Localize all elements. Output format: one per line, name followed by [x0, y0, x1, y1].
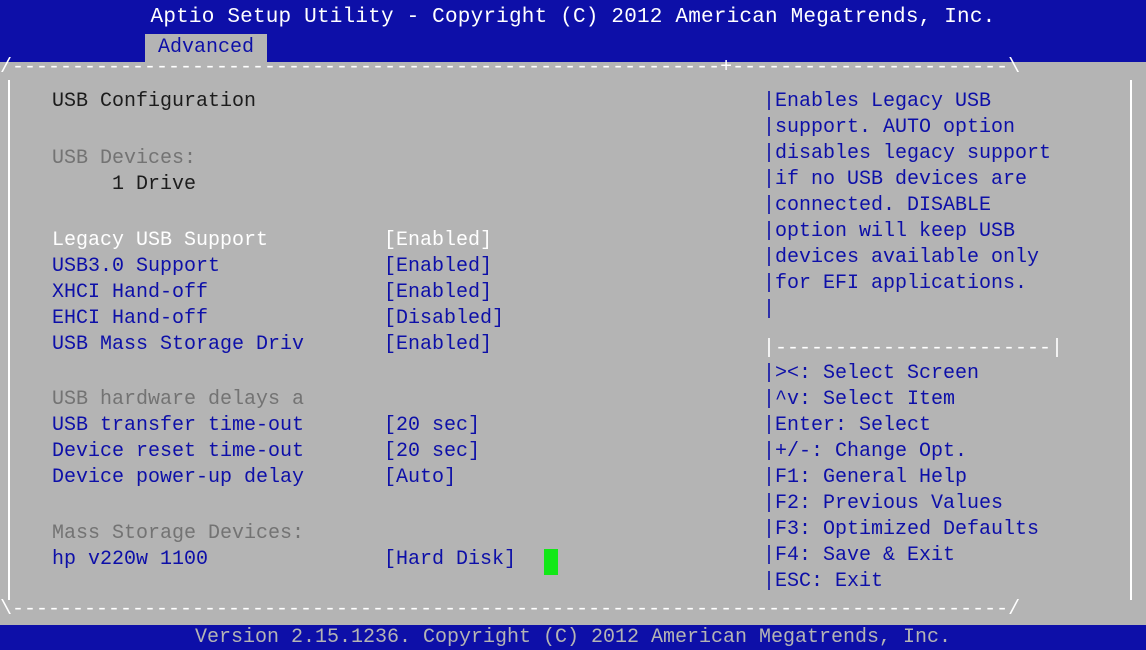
help-line: |option will keep USB — [763, 220, 1016, 243]
setting-xhci-hand-off[interactable]: XHCI Hand-off — [52, 280, 208, 306]
page-heading: USB Configuration — [52, 90, 257, 113]
help-line: |devices available only — [763, 246, 1040, 269]
value-device-reset-timeout[interactable]: [20 sec] — [384, 439, 480, 465]
setting-usb-mass-storage-driver[interactable]: USB Mass Storage Driv — [52, 332, 304, 358]
value-usb-transfer-timeout[interactable]: [20 sec] — [384, 413, 480, 439]
footer-bar: Version 2.15.1236. Copyright (C) 2012 Am… — [0, 625, 1146, 650]
text-cursor — [544, 549, 558, 575]
help-line: | — [763, 298, 776, 321]
mass-storage-device-name[interactable]: hp v220w 1100 — [52, 547, 208, 573]
value-ehci-hand-off[interactable]: [Disabled] — [384, 306, 504, 332]
setting-legacy-usb-support[interactable]: Legacy USB Support — [52, 228, 268, 254]
key-hint-previous-values: |F2: Previous Values — [763, 492, 1004, 515]
frame-right-border — [1130, 80, 1132, 600]
usb-devices-value: 1 Drive — [112, 173, 197, 196]
mass-storage-device-type[interactable]: [Hard Disk] — [384, 547, 516, 573]
value-usb3-support[interactable]: [Enabled] — [384, 254, 492, 280]
value-device-power-up-delay[interactable]: [Auto] — [384, 465, 456, 491]
setting-usb-transfer-timeout[interactable]: USB transfer time-out — [52, 413, 304, 439]
help-line: |connected. DISABLE — [763, 194, 992, 217]
help-line: |disables legacy support — [763, 142, 1052, 165]
key-hint-select-item: |^v: Select Item — [763, 388, 956, 411]
help-line: |support. AUTO option — [763, 116, 1016, 139]
utility-title: Aptio Setup Utility - Copyright (C) 2012… — [150, 6, 996, 29]
usb-hardware-delays-label: USB hardware delays a — [52, 388, 305, 411]
key-hint-change-opt: |+/-: Change Opt. — [763, 440, 968, 463]
setting-ehci-hand-off[interactable]: EHCI Hand-off — [52, 306, 208, 332]
header-bar: Aptio Setup Utility - Copyright (C) 2012… — [0, 0, 1146, 62]
bios-screen: Aptio Setup Utility - Copyright (C) 2012… — [0, 0, 1146, 650]
value-legacy-usb-support[interactable]: [Enabled] — [384, 228, 492, 254]
usb-devices-label: USB Devices: — [52, 147, 197, 170]
value-usb-mass-storage-driver[interactable]: [Enabled] — [384, 332, 492, 358]
key-hint-esc-exit: |ESC: Exit — [763, 570, 884, 593]
key-hint-general-help: |F1: General Help — [763, 466, 968, 489]
value-xhci-hand-off[interactable]: [Enabled] — [384, 280, 492, 306]
frame-bottom-border: \---------------------------------------… — [0, 598, 1021, 621]
help-line: |if no USB devices are — [763, 168, 1028, 191]
help-line: |Enables Legacy USB — [763, 90, 992, 113]
key-hint-select-screen: |><: Select Screen — [763, 362, 980, 385]
setting-device-power-up-delay[interactable]: Device power-up delay — [52, 465, 304, 491]
setting-usb3-support[interactable]: USB3.0 Support — [52, 254, 220, 280]
key-hint-optimized-defaults: |F3: Optimized Defaults — [763, 518, 1040, 541]
setting-device-reset-timeout[interactable]: Device reset time-out — [52, 439, 304, 465]
mass-storage-devices-label: Mass Storage Devices: — [52, 522, 305, 545]
frame-top-border: /---------------------------------------… — [0, 56, 1021, 79]
help-line: |for EFI applications. — [763, 272, 1028, 295]
version-text: Version 2.15.1236. Copyright (C) 2012 Am… — [194, 626, 952, 649]
key-hint-save-exit: |F4: Save & Exit — [763, 544, 956, 567]
help-divider: |-----------------------| — [763, 337, 1064, 360]
key-hint-enter-select: |Enter: Select — [763, 414, 932, 437]
frame-left-border — [8, 80, 10, 600]
